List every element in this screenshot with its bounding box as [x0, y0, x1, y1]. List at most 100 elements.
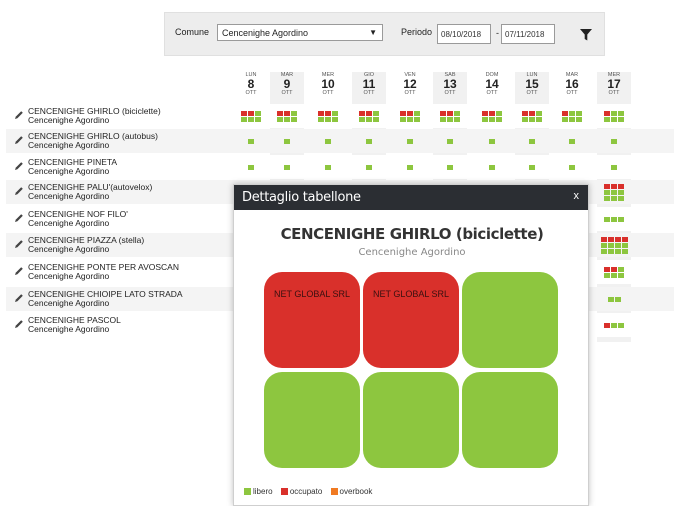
free-square [454, 116, 460, 122]
free-square [248, 164, 254, 170]
day-number: 10 [321, 77, 335, 91]
board-slot-libero[interactable] [264, 372, 360, 468]
free-square [536, 110, 542, 116]
availability-cell[interactable] [604, 110, 624, 122]
availability-cell[interactable] [604, 183, 624, 201]
day-number: 15 [525, 77, 539, 91]
availability-cell[interactable] [607, 296, 621, 302]
free-square [407, 138, 413, 144]
funnel-icon[interactable] [579, 28, 593, 42]
availability-cell[interactable] [611, 138, 617, 144]
free-square [618, 116, 624, 122]
free-square [407, 164, 413, 170]
availability-cell[interactable] [569, 138, 575, 144]
board-slot-label: NET GLOBAL SRL [273, 289, 351, 299]
date-from-input[interactable]: 08/10/2018 [437, 24, 491, 44]
availability-cell[interactable] [440, 110, 460, 122]
occupied-square [447, 110, 453, 116]
availability-cell[interactable] [447, 164, 453, 170]
free-square [325, 164, 331, 170]
pencil-icon[interactable] [14, 239, 24, 249]
date-to-input[interactable]: 07/11/2018 [501, 24, 555, 44]
availability-cell[interactable] [407, 164, 413, 170]
modal-subtitle: Cencenighe Agordino [358, 247, 466, 258]
free-square [373, 110, 379, 116]
availability-cell[interactable] [529, 164, 535, 170]
free-square [529, 116, 535, 122]
month: OTT [404, 90, 416, 96]
pencil-icon[interactable] [14, 213, 24, 223]
availability-cell[interactable] [400, 110, 420, 122]
occupied-square [604, 266, 610, 272]
availability-cell[interactable] [359, 110, 379, 122]
availability-cell[interactable] [284, 164, 290, 170]
day-number: 8 [247, 77, 255, 91]
occupied-square [277, 110, 283, 116]
availability-cell[interactable] [318, 110, 338, 122]
availability-cell[interactable] [489, 164, 495, 170]
free-square [400, 116, 406, 122]
day-header: SAB 13 OTT [436, 72, 464, 96]
pencil-icon[interactable] [14, 319, 24, 329]
occupied-square [482, 110, 488, 116]
availability-cell[interactable] [277, 110, 297, 122]
availability-cell[interactable] [325, 164, 331, 170]
availability-cell[interactable] [522, 110, 542, 122]
availability-cell[interactable] [611, 164, 617, 170]
availability-cell[interactable] [447, 138, 453, 144]
board-slot-libero[interactable] [462, 372, 558, 468]
free-square [332, 110, 338, 116]
day-header: GIO 11 OTT [355, 72, 383, 96]
day-header: MAR 9 OTT [273, 72, 301, 96]
pencil-icon[interactable] [14, 135, 24, 145]
availability-cell[interactable] [248, 164, 254, 170]
availability-cell[interactable] [604, 216, 624, 222]
free-square [618, 216, 624, 222]
free-square [407, 116, 413, 122]
availability-cell[interactable] [489, 138, 495, 144]
free-square [611, 272, 617, 278]
availability-cell[interactable] [366, 164, 372, 170]
availability-cell[interactable] [562, 110, 582, 122]
board-slot-libero[interactable] [363, 372, 459, 468]
free-square [447, 164, 453, 170]
board-slot-occupato[interactable]: NET GLOBAL SRL [264, 272, 360, 368]
availability-cell[interactable] [604, 266, 624, 278]
free-square [291, 110, 297, 116]
availability-cell[interactable] [482, 110, 502, 122]
availability-cell[interactable] [284, 138, 290, 144]
pencil-icon[interactable] [14, 266, 24, 276]
availability-cell[interactable] [241, 110, 261, 122]
pencil-icon[interactable] [14, 293, 24, 303]
free-square [332, 116, 338, 122]
free-square [604, 216, 610, 222]
pencil-icon[interactable] [14, 186, 24, 196]
occupied-square [604, 183, 610, 189]
free-square [607, 296, 614, 302]
free-square [576, 116, 582, 122]
availability-cell[interactable] [325, 138, 331, 144]
availability-cell[interactable] [366, 138, 372, 144]
occupied-square [618, 183, 624, 189]
availability-cell[interactable] [407, 138, 413, 144]
day-header: MER 10 OTT [314, 72, 342, 96]
occupied-square [241, 110, 247, 116]
availability-cell[interactable] [569, 164, 575, 170]
free-square [569, 110, 575, 116]
location-place: Cencenighe Agordino [28, 298, 110, 308]
availability-cell[interactable] [604, 322, 624, 328]
close-icon[interactable]: x [574, 190, 580, 202]
board-slot-libero[interactable] [462, 272, 558, 368]
free-square [611, 138, 617, 144]
pencil-icon[interactable] [14, 161, 24, 171]
availability-cell[interactable] [248, 138, 254, 144]
modal-title: CENCENIGHE GHIRLO (biciclette) [280, 225, 544, 243]
comune-select[interactable]: Cencenighe Agordino ▼ [217, 24, 383, 41]
availability-cell[interactable] [600, 236, 628, 254]
board-slot-occupato[interactable]: NET GLOBAL SRL [363, 272, 459, 368]
availability-cell[interactable] [529, 138, 535, 144]
free-square [248, 138, 254, 144]
month: OTT [363, 90, 375, 96]
pencil-icon[interactable] [14, 110, 24, 120]
day-number: 12 [403, 77, 417, 91]
